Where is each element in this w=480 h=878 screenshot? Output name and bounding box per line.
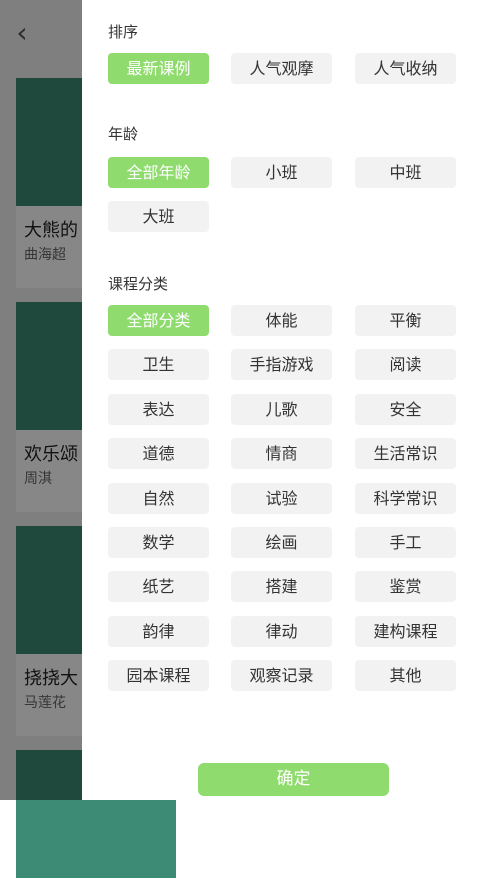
filter-chip-category[interactable]: 体能: [231, 305, 332, 336]
filter-chip-age[interactable]: 小班: [231, 157, 332, 188]
filter-chip-category[interactable]: 建构课程: [355, 616, 456, 647]
filter-chip-category[interactable]: 观察记录: [231, 660, 332, 691]
filter-chip-sort[interactable]: 最新课例: [108, 53, 209, 84]
filter-chip-category[interactable]: 情商: [231, 438, 332, 469]
filter-chip-category[interactable]: 安全: [355, 394, 456, 425]
filter-chip-category[interactable]: 园本课程: [108, 660, 209, 691]
confirm-button[interactable]: 确定: [198, 763, 389, 796]
filter-chip-sort[interactable]: 人气观摩: [231, 53, 332, 84]
filter-chip-category[interactable]: 儿歌: [231, 394, 332, 425]
filter-chip-category[interactable]: 生活常识: [355, 438, 456, 469]
filter-chip-category[interactable]: 搭建: [231, 571, 332, 602]
filter-chip-category[interactable]: 数学: [108, 527, 209, 558]
filter-chip-category[interactable]: 手工: [355, 527, 456, 558]
filter-chip-category[interactable]: 科学常识: [355, 483, 456, 514]
filter-chip-category[interactable]: 律动: [231, 616, 332, 647]
filter-chip-category[interactable]: 阅读: [355, 349, 456, 380]
filter-chip-category[interactable]: 自然: [108, 483, 209, 514]
category-section-title: 课程分类: [108, 275, 169, 293]
filter-chip-sort[interactable]: 人气收纳: [355, 53, 456, 84]
filter-chip-category[interactable]: 其他: [355, 660, 456, 691]
filter-chip-category[interactable]: 绘画: [231, 527, 332, 558]
filter-chip-category[interactable]: 平衡: [355, 305, 456, 336]
filter-chip-category[interactable]: 鉴赏: [355, 571, 456, 602]
filter-chip-age[interactable]: 大班: [108, 201, 209, 232]
filter-chip-age[interactable]: 全部年龄: [108, 157, 209, 188]
filter-chip-category[interactable]: 纸艺: [108, 571, 209, 602]
filter-chip-category[interactable]: 表达: [108, 394, 209, 425]
filter-chip-category[interactable]: 手指游戏: [231, 349, 332, 380]
filter-chip-category[interactable]: 全部分类: [108, 305, 209, 336]
filter-drawer: 排序 最新课例 人气观摩 人气收纳 年龄 全部年龄 小班 中班大班 课程分类 全部分类体…: [82, 0, 480, 800]
filter-chip-age[interactable]: 中班: [355, 157, 456, 188]
filter-chip-category[interactable]: 韵律: [108, 616, 209, 647]
filter-chip-category[interactable]: 试验: [231, 483, 332, 514]
sort-section-title: 排序: [108, 23, 139, 41]
filter-chip-category[interactable]: 卫生: [108, 349, 209, 380]
filter-chip-category[interactable]: 道德: [108, 438, 209, 469]
age-section-title: 年龄: [108, 125, 139, 143]
